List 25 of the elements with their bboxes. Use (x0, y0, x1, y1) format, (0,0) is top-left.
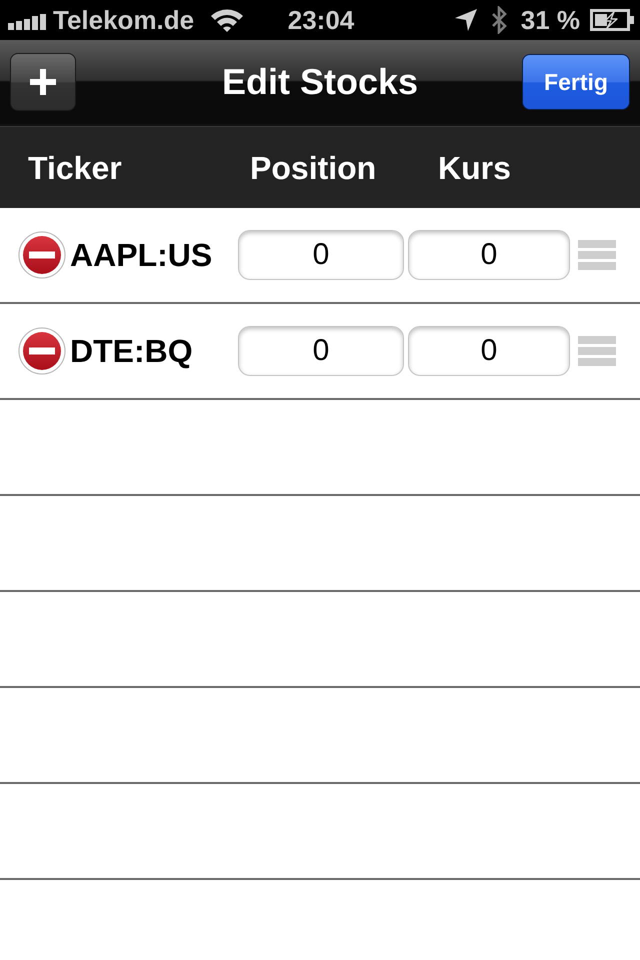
reorder-handle-icon[interactable] (578, 336, 616, 366)
position-field[interactable]: 0 (238, 326, 404, 376)
delete-icon[interactable] (18, 327, 66, 375)
location-arrow-icon (454, 9, 477, 31)
column-header: Position (250, 150, 376, 186)
ticker-symbol: AAPL:US (70, 236, 214, 274)
column-header: Kurs (438, 150, 511, 186)
clock-time: 23:04 (288, 5, 354, 35)
column-header: Ticker (28, 150, 122, 186)
wifi-icon (210, 8, 244, 32)
ticker-symbol: DTE:BQ (70, 332, 194, 370)
bluetooth-icon (490, 6, 507, 34)
screen-title: Edit Stocks (222, 62, 418, 102)
plus-icon (30, 69, 56, 95)
position-field[interactable]: 0 (238, 230, 404, 280)
price-field[interactable]: 0 (408, 326, 570, 376)
add-button[interactable] (10, 53, 76, 111)
price-field[interactable]: 0 (408, 230, 570, 280)
battery-charging-icon (590, 9, 634, 31)
carrier-name: Telekom.de (53, 5, 194, 35)
signal-icon (8, 14, 48, 30)
delete-icon[interactable] (18, 231, 66, 279)
battery-percent: 31 % (520, 5, 580, 35)
reorder-handle-icon[interactable] (578, 240, 616, 270)
done-button[interactable]: Fertig (522, 54, 630, 110)
